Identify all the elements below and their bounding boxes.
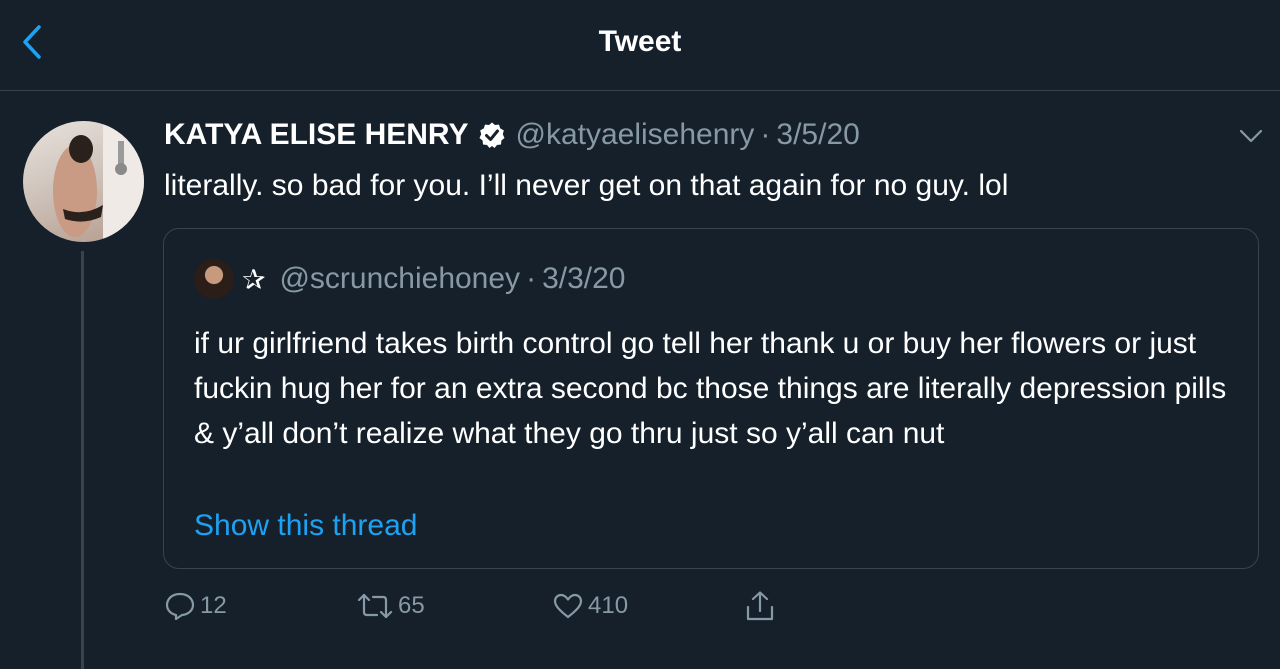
reply-button[interactable]: 12 [164,586,227,626]
show-thread-link[interactable]: Show this thread [194,506,417,546]
quoted-author-row: ✰ @scrunchiehoney · 3/3/20 [194,259,625,299]
share-icon [746,591,774,621]
like-count: 410 [588,592,629,619]
quoted-tweet[interactable]: ✰ @scrunchiehoney · 3/3/20 if ur girlfri… [163,228,1259,569]
reply-count: 12 [200,592,227,619]
page-title: Tweet [598,25,682,58]
quoted-text: if ur girlfriend takes birth control go … [194,327,1227,450]
tweet-author-row: KATYA ELISE HENRY @katyaelisehenry · 3/5… [164,115,860,155]
retweet-button[interactable]: 65 [356,586,425,626]
author-avatar[interactable] [23,121,144,242]
thread-line [81,251,84,669]
verified-badge-icon [478,121,506,149]
retweet-icon [357,593,393,619]
reply-icon [165,592,195,621]
tweet-text: literally. so bad for you. I’ll never ge… [164,169,1009,202]
author-handle[interactable]: @katyaelisehenry [516,118,755,152]
share-button[interactable] [744,586,776,626]
separator-dot: · [760,118,771,151]
star-icon: ✰ [242,263,266,295]
quoted-handle[interactable]: @scrunchiehoney [279,262,520,296]
author-name[interactable]: KATYA ELISE HENRY [164,118,469,152]
quoted-avatar[interactable] [194,259,234,299]
quoted-date[interactable]: 3/3/20 [542,262,625,296]
retweet-count: 65 [398,592,425,619]
chevron-down-icon [1239,129,1263,143]
top-bar: Tweet [0,0,1280,91]
tweet-date[interactable]: 3/5/20 [776,118,859,152]
separator-dot: · [526,262,537,295]
like-button[interactable]: 410 [552,586,628,626]
heart-icon [553,593,583,619]
avatar-photo [53,121,144,242]
tweet-menu-button[interactable] [1236,124,1266,148]
